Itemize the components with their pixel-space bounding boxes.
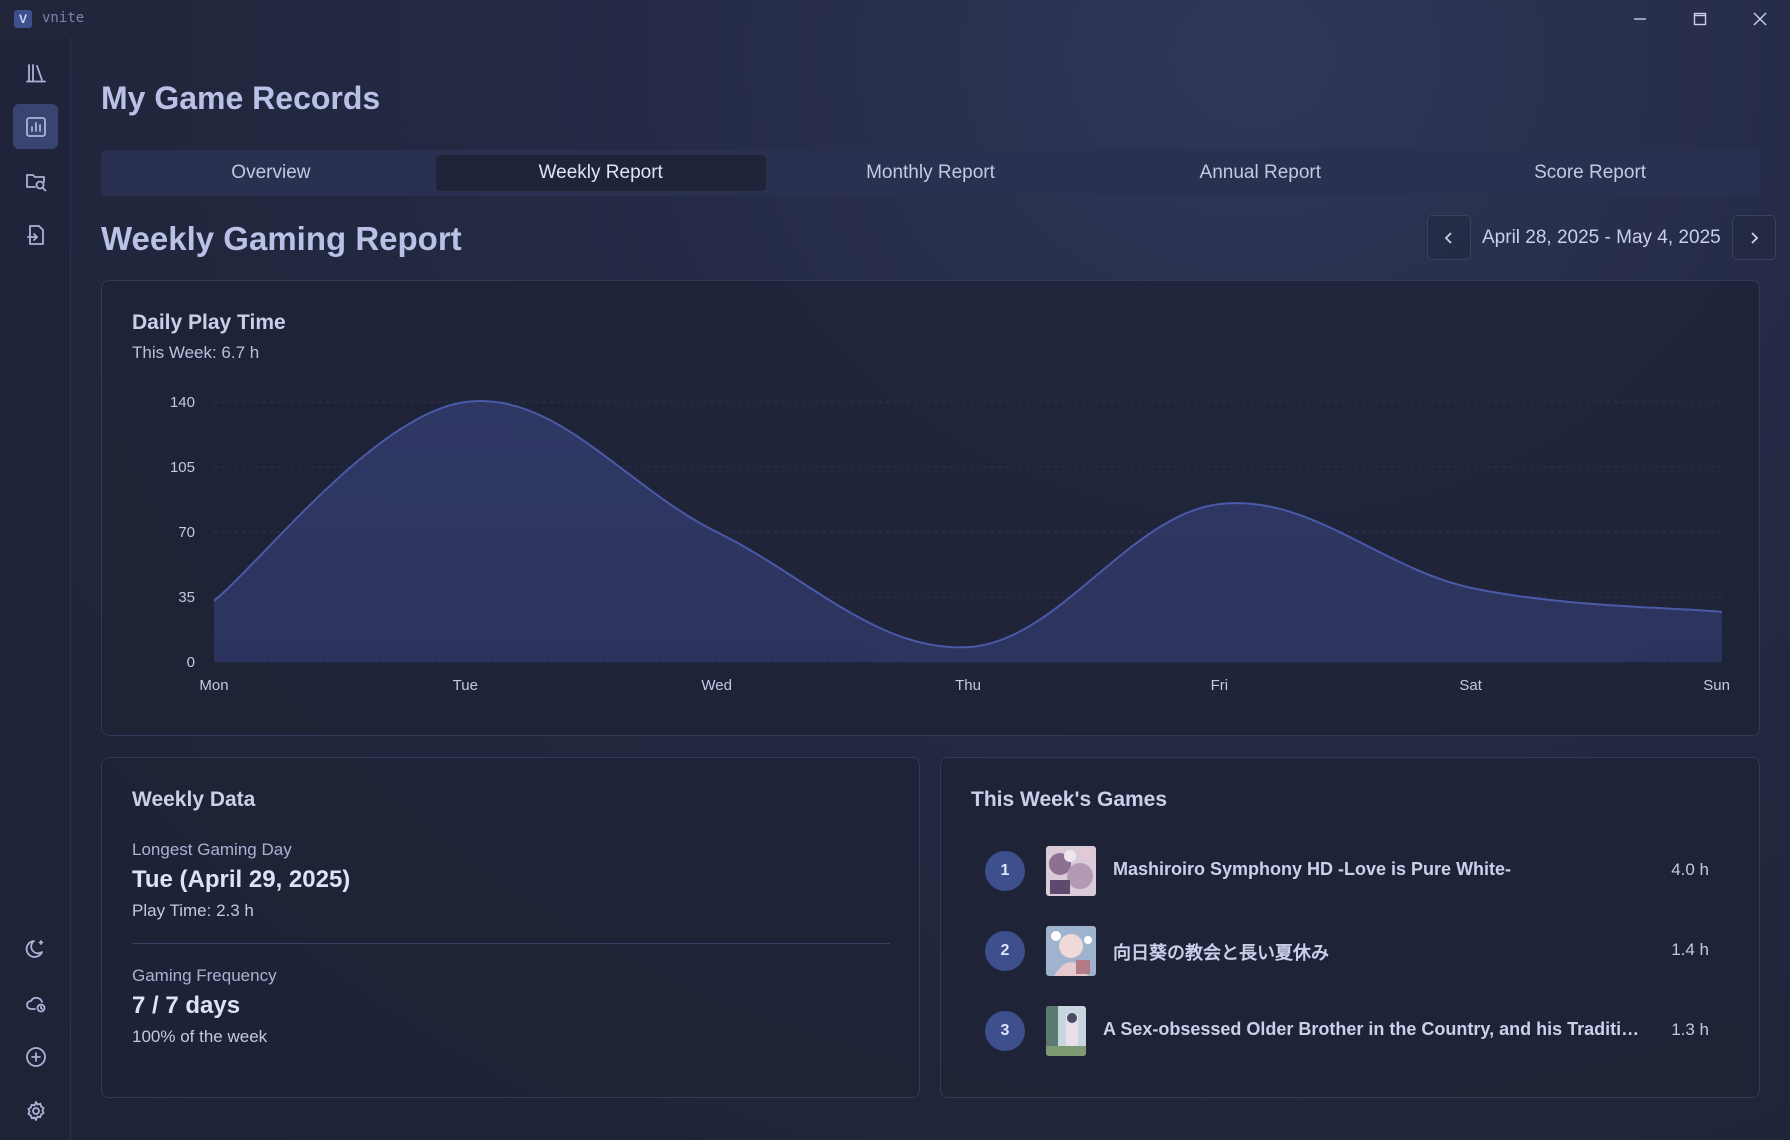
y-tick-label: 35 <box>178 589 195 606</box>
y-tick-label: 105 <box>170 459 195 476</box>
settings-button[interactable] <box>13 1088 58 1133</box>
date-range: April 28, 2025 - May 4, 2025 <box>1482 226 1721 248</box>
game-cover <box>1046 1006 1086 1056</box>
y-tick-label: 70 <box>178 524 195 541</box>
frequency-percent: 100% of the week <box>132 1027 268 1046</box>
date-navigator: April 28, 2025 - May 4, 2025 <box>1427 215 1776 260</box>
minimize-button[interactable] <box>1611 0 1669 38</box>
divider <box>132 943 890 944</box>
sidebar <box>0 38 71 1140</box>
game-row[interactable]: 1 Mashiroiro Symphony HD -Love is Pure W… <box>985 845 1709 897</box>
cloud-sync-icon <box>25 996 45 1012</box>
longest-day-label: Longest Gaming Day <box>132 840 292 859</box>
frequency-value: 7 / 7 days <box>132 992 241 1019</box>
tab-monthly-report[interactable]: Monthly Report <box>766 155 1096 191</box>
daily-play-time-chart: 0 35 70 105 140 Mon Tue Wed Thu Fri Sat Sun <box>170 394 1730 694</box>
maximize-icon <box>1693 12 1707 26</box>
title-bar: V vnite <box>0 0 1790 38</box>
longest-day-playtime: Play Time: 2.3 h <box>132 901 254 920</box>
x-tick-label: Fri <box>1211 677 1229 694</box>
daily-play-time-card: Daily Play Time This Week: 6.7 h 0 35 70 10… <box>101 280 1760 736</box>
x-tick-label: Sun <box>1703 677 1730 694</box>
gear-icon <box>27 1100 44 1121</box>
frequency-label: Gaming Frequency <box>132 966 277 985</box>
page-title: My Game Records <box>101 80 381 116</box>
tab-overview[interactable]: Overview <box>106 155 436 191</box>
file-import-icon <box>26 224 44 245</box>
close-button[interactable] <box>1731 0 1789 38</box>
tab-score-report[interactable]: Score Report <box>1425 155 1755 191</box>
plus-circle-icon <box>25 1046 46 1067</box>
app-name: vnite <box>42 10 85 26</box>
sidebar-item-import[interactable] <box>13 212 58 257</box>
game-playtime: 1.4 h <box>1671 940 1709 959</box>
game-name: A Sex-obsessed Older Brother in the Coun… <box>1103 1019 1648 1039</box>
app-logo: V <box>14 10 32 28</box>
game-row[interactable]: 2 向日葵の教会と長い夏休み 1.4 h <box>985 925 1709 977</box>
chart-icon <box>25 116 46 137</box>
sidebar-item-scanner[interactable] <box>13 158 58 203</box>
x-tick-label: Tue <box>453 677 478 694</box>
minimize-icon <box>1634 18 1646 20</box>
longest-day-value: Tue (April 29, 2025) <box>132 866 351 893</box>
tab-annual-report[interactable]: Annual Report <box>1095 155 1425 191</box>
weekly-data-card: Weekly Data Longest Gaming Day Tue (Apri… <box>101 757 920 1098</box>
theme-toggle-button[interactable] <box>13 926 58 971</box>
game-playtime: 1.3 h <box>1671 1020 1709 1039</box>
game-cover <box>1046 846 1096 896</box>
add-game-button[interactable] <box>13 1034 58 1079</box>
sidebar-item-records[interactable] <box>13 104 58 149</box>
moon-icon <box>25 939 43 958</box>
report-tabs: Overview Weekly Report Monthly Report An… <box>101 150 1760 196</box>
game-row[interactable]: 3 A Sex-obsessed Older Brother in the Co… <box>985 1005 1709 1057</box>
folder-search-icon <box>25 173 46 191</box>
close-icon <box>1753 12 1767 26</box>
chevron-right-icon <box>1751 231 1758 244</box>
game-name: 向日葵の教会と長い夏休み <box>1113 943 1329 963</box>
library-icon <box>25 63 46 82</box>
weekly-games-title: This Week's Games <box>971 788 1168 811</box>
cloud-sync-button[interactable] <box>13 980 58 1025</box>
x-tick-label: Wed <box>701 677 732 694</box>
game-playtime: 4.0 h <box>1671 860 1709 879</box>
previous-week-button[interactable] <box>1427 215 1471 260</box>
rank-badge: 3 <box>985 1011 1025 1051</box>
game-cover <box>1046 926 1096 976</box>
x-tick-label: Mon <box>199 677 228 694</box>
game-name: Mashiroiro Symphony HD -Love is Pure Whi… <box>1113 859 1512 879</box>
y-tick-label: 140 <box>170 394 195 411</box>
x-tick-label: Thu <box>955 677 981 694</box>
y-tick-label: 0 <box>187 654 195 671</box>
rank-badge: 1 <box>985 851 1025 891</box>
section-title: Weekly Gaming Report <box>101 220 462 257</box>
weekly-data-title: Weekly Data <box>132 788 256 811</box>
chevron-left-icon <box>1444 231 1452 244</box>
tab-weekly-report[interactable]: Weekly Report <box>435 155 766 191</box>
area-fill <box>214 400 1722 662</box>
maximize-button[interactable] <box>1671 0 1729 38</box>
x-tick-label: Sat <box>1459 677 1482 694</box>
rank-badge: 2 <box>985 931 1025 971</box>
sidebar-item-library[interactable] <box>13 50 58 95</box>
weekly-games-card: This Week's Games 1 Mashiroiro Symphony … <box>940 757 1760 1098</box>
next-week-button[interactable] <box>1731 215 1776 260</box>
